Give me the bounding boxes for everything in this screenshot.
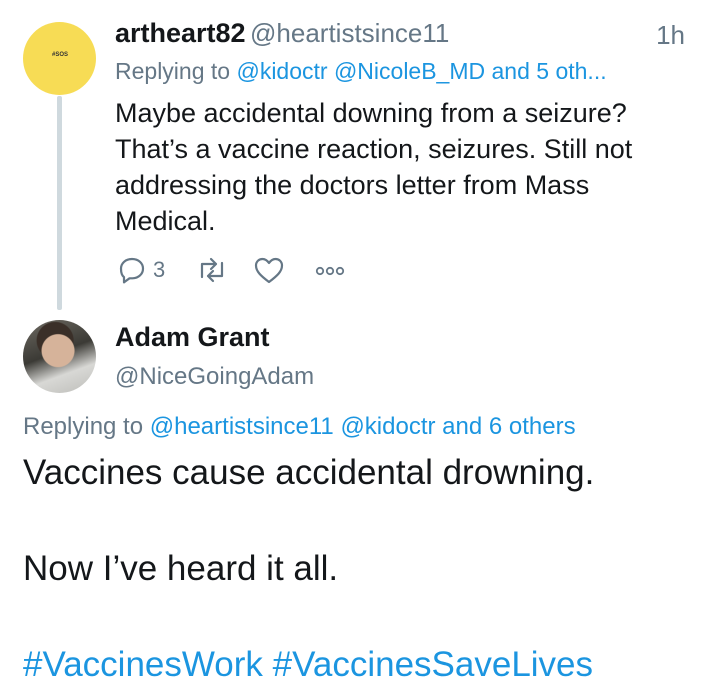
avatar-tag: #SOS [51, 52, 68, 58]
tweet-text: Maybe accidental downing from a seizure?… [115, 98, 633, 236]
user-handle[interactable]: @NiceGoingAdam [115, 363, 314, 391]
user-handle[interactable]: @heartistsince11 [250, 18, 449, 48]
replying-prefix: Replying to [115, 58, 231, 84]
replying-to: Replying to @kidoctr @NicoleB_MD and 5 o… [115, 58, 685, 85]
tweet-text-line: Vaccines cause accidental drowning. [23, 453, 595, 492]
tweet-text-line: Now I’ve heard it all. [23, 549, 339, 588]
replying-to: Replying to @heartistsince11 @kidoctr an… [23, 413, 693, 441]
more-mentions-link[interactable]: and 5 oth... [492, 58, 607, 84]
tweet-header: artheart82 @heartistsince11 1h [115, 18, 685, 54]
display-name[interactable]: artheart82 [115, 18, 246, 48]
hashtag-link[interactable]: #VaccinesSaveLives [273, 645, 593, 684]
like-icon [253, 255, 285, 285]
more-icon [313, 255, 347, 285]
tweet-actions: 3 [115, 253, 415, 287]
mention-link[interactable]: @kidoctr [236, 58, 327, 84]
retweet-icon [195, 255, 229, 285]
hashtag-link[interactable]: #VaccinesWork [23, 645, 263, 684]
retweet-button[interactable] [195, 253, 229, 287]
reply-count: 3 [153, 257, 166, 282]
display-name[interactable]: Adam Grant [115, 322, 270, 353]
mention-link[interactable]: @NicoleB_MD [334, 58, 485, 84]
timestamp[interactable]: 1h [656, 20, 685, 51]
mention-link[interactable]: @heartistsince11 [150, 413, 334, 440]
thread-line [57, 96, 62, 310]
replying-prefix: Replying to [23, 413, 144, 440]
avatar[interactable]: #SOS [23, 22, 96, 95]
avatar[interactable] [23, 320, 96, 393]
mention-link[interactable]: @kidoctr [340, 413, 435, 440]
reply-button[interactable]: 3 [117, 253, 165, 287]
more-button[interactable] [313, 253, 347, 287]
like-button[interactable] [253, 253, 285, 287]
more-mentions-link[interactable]: and 6 others [442, 413, 575, 440]
hashtags: #VaccinesWork #VaccinesSaveLives [23, 645, 593, 685]
reply-icon [117, 255, 147, 285]
